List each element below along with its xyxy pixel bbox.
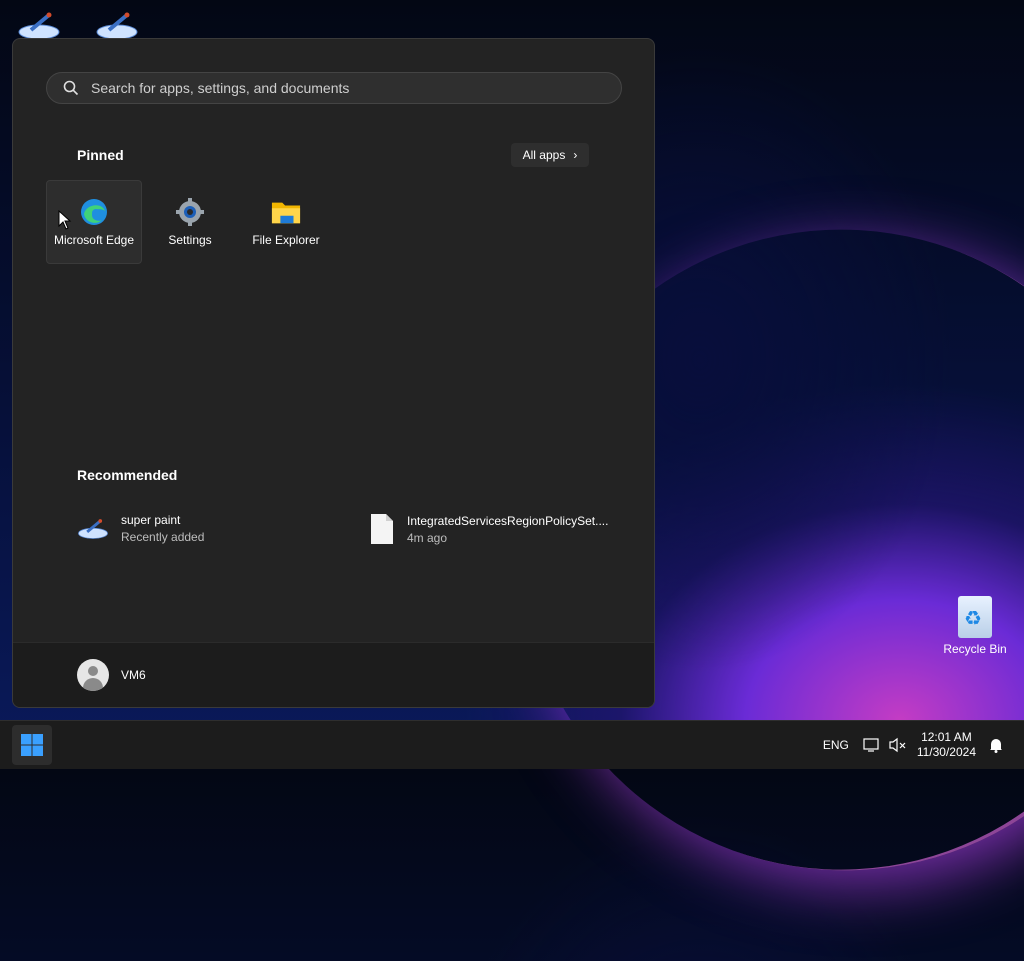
- recycle-bin-label: Recycle Bin: [943, 642, 1007, 656]
- folder-icon: [271, 197, 301, 227]
- recommended-title: super paint: [121, 513, 181, 527]
- pinned-heading: Pinned: [77, 147, 124, 163]
- settings-gear-icon: [175, 197, 205, 227]
- clock[interactable]: 12:01 AM 11/30/2024: [917, 730, 976, 760]
- file-icon: [371, 514, 393, 544]
- search-icon: [63, 80, 79, 96]
- pinned-app-label: Microsoft Edge: [53, 233, 135, 247]
- pinned-apps-grid: Microsoft Edge Settings File Explorer: [46, 180, 334, 264]
- paint-icon: [96, 12, 138, 40]
- windows-logo-icon: [21, 734, 43, 756]
- recommended-item-policy-file[interactable]: IntegratedServicesRegionPolicySet.... 4m…: [369, 513, 608, 545]
- recommended-heading: Recommended: [77, 467, 178, 483]
- recommended-item-super-paint[interactable]: super paint Recently added: [77, 513, 204, 544]
- user-avatar-icon[interactable]: [77, 659, 109, 691]
- volume-muted-icon[interactable]: [889, 737, 907, 753]
- clock-date: 11/30/2024: [916, 745, 976, 759]
- all-apps-button[interactable]: All apps ›: [511, 143, 589, 167]
- recommended-subtitle: Recently added: [121, 530, 205, 544]
- search-placeholder: Search for apps, settings, and documents: [91, 80, 350, 96]
- desktop-icon-recycle-bin[interactable]: Recycle Bin: [940, 596, 1010, 656]
- pinned-app-label: Settings: [168, 233, 212, 247]
- pinned-app-settings[interactable]: Settings: [142, 180, 238, 264]
- network-icon[interactable]: [863, 737, 881, 753]
- paint-icon: [78, 518, 108, 539]
- paint-icon: [18, 12, 60, 40]
- all-apps-label: All apps: [522, 148, 566, 162]
- mouse-cursor-icon: [58, 210, 72, 230]
- user-name[interactable]: VM6: [121, 668, 146, 682]
- recommended-title: IntegratedServicesRegionPolicySet....: [407, 513, 609, 528]
- language-indicator[interactable]: ENG: [823, 738, 849, 752]
- start-button[interactable]: [12, 725, 52, 765]
- system-tray: ENG 12:01 AM 11/30/2024: [823, 721, 1024, 769]
- start-menu-footer: VM6: [13, 642, 654, 707]
- pinned-app-file-explorer[interactable]: File Explorer: [238, 180, 334, 264]
- taskbar: ENG 12:01 AM 11/30/2024: [0, 720, 1024, 769]
- edge-icon: [79, 197, 109, 227]
- start-menu: Search for apps, settings, and documents…: [12, 38, 655, 708]
- chevron-right-icon: ›: [573, 148, 578, 162]
- recycle-bin-icon: [958, 596, 992, 638]
- pinned-app-label: File Explorer: [252, 233, 320, 247]
- recommended-subtitle: 4m ago: [407, 530, 448, 545]
- notification-bell-icon[interactable]: [988, 737, 1004, 753]
- search-box[interactable]: Search for apps, settings, and documents: [46, 72, 622, 104]
- clock-time: 12:01 AM: [921, 730, 972, 744]
